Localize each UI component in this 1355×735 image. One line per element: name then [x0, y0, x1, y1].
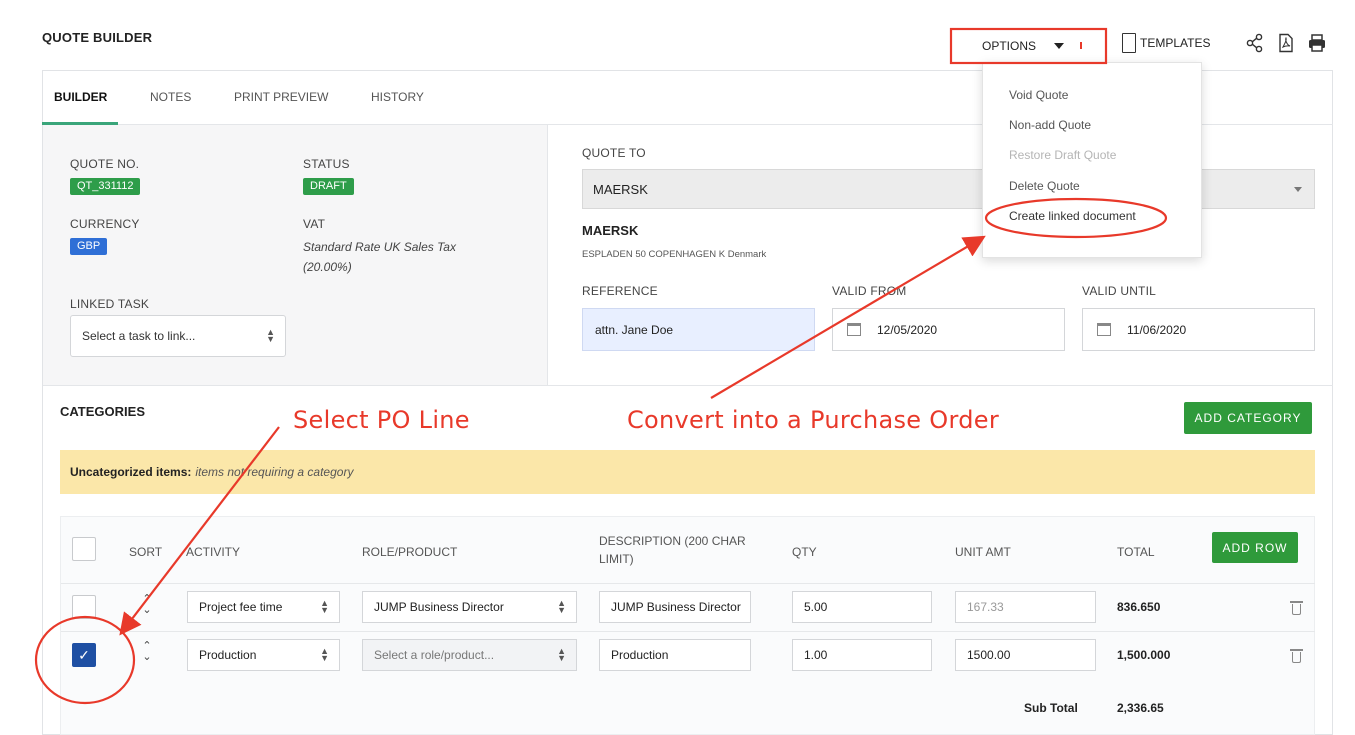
trash-icon[interactable] — [1290, 601, 1303, 615]
tab-history[interactable]: HISTORY — [371, 90, 424, 104]
quote-to-label: QUOTE TO — [582, 146, 646, 160]
description-input[interactable]: JUMP Business Director — [599, 591, 751, 623]
row-checkbox-checked[interactable]: ✓ — [72, 643, 96, 667]
status-label: STATUS — [303, 157, 350, 171]
activity-select[interactable]: Project fee time ▲ ▼ — [187, 591, 340, 623]
company-name: MAERSK — [582, 223, 639, 238]
share-icon[interactable] — [1245, 33, 1265, 53]
sort-handle[interactable]: ⌃ ⌄ — [141, 594, 153, 616]
chevron-down-icon: ⌄ — [142, 604, 152, 616]
chevron-down-icon: ⌄ — [142, 651, 152, 663]
caret-down-icon — [1054, 42, 1065, 49]
quote-no-badge: QT_331112 — [70, 178, 141, 195]
sort-handle[interactable]: ⌃ ⌄ — [141, 641, 153, 663]
col-description: DESCRIPTION (200 CHAR LIMIT) — [599, 534, 746, 566]
menu-item-delete-quote[interactable]: Delete Quote — [1009, 179, 1080, 193]
calendar-icon — [847, 323, 861, 336]
row-total: 836.650 — [1117, 600, 1161, 614]
options-button[interactable]: OPTIONS — [950, 28, 1107, 63]
select-all-checkbox[interactable] — [72, 537, 96, 561]
tab-builder[interactable]: BUILDER — [54, 90, 107, 104]
activity-value: Production — [199, 648, 257, 662]
currency-label: CURRENCY — [70, 217, 140, 231]
row-divider — [61, 631, 1315, 632]
document-icon — [1122, 33, 1136, 53]
categories-title: CATEGORIES — [60, 404, 145, 419]
print-icon[interactable] — [1307, 33, 1327, 53]
add-category-button[interactable]: ADD CATEGORY — [1184, 402, 1312, 434]
status-badge: DRAFT — [303, 178, 354, 195]
uncategorized-title: Uncategorized items: — [70, 465, 192, 479]
col-activity: ACTIVITY — [186, 545, 241, 559]
col-role: ROLE/PRODUCT — [362, 545, 458, 559]
description-input[interactable]: Production — [599, 639, 751, 671]
select-arrows-icon: ▲ ▼ — [266, 327, 275, 344]
unit-amt-input[interactable]: 1500.00 — [955, 639, 1096, 671]
check-icon: ✓ — [78, 646, 90, 663]
options-label: OPTIONS — [982, 38, 1037, 53]
templates-label: TEMPLATES — [1140, 36, 1211, 50]
annotation-select-po: Select PO Line — [293, 406, 470, 434]
role-value: JUMP Business Director — [374, 600, 504, 614]
activity-select[interactable]: Production ▲ ▼ — [187, 639, 340, 671]
menu-item-restore-draft: Restore Draft Quote — [1009, 148, 1117, 162]
menu-item-non-add-quote[interactable]: Non-add Quote — [1009, 118, 1091, 132]
role-placeholder: Select a role/product... — [374, 648, 495, 662]
subtotal-label: Sub Total — [1024, 701, 1078, 715]
menu-item-void-quote[interactable]: Void Quote — [1009, 88, 1068, 102]
pdf-icon[interactable] — [1276, 33, 1296, 53]
menu-item-create-linked-document[interactable]: Create linked document — [1009, 209, 1136, 223]
qty-input[interactable]: 5.00 — [792, 591, 932, 623]
linked-task-placeholder: Select a task to link... — [82, 329, 196, 343]
select-arrows-icon: ▲ ▼ — [320, 598, 329, 615]
col-sort: SORT — [129, 545, 163, 559]
col-total: TOTAL — [1117, 545, 1155, 559]
add-row-button[interactable]: ADD ROW — [1212, 532, 1298, 563]
valid-until-input[interactable]: 11/06/2020 — [1082, 308, 1315, 351]
row-divider — [61, 583, 1315, 584]
reference-input[interactable]: attn. Jane Doe — [582, 308, 815, 351]
role-select[interactable]: Select a role/product... ▲ ▼ — [362, 639, 577, 671]
select-arrows-icon: ▲ ▼ — [557, 598, 566, 615]
tab-print-preview[interactable]: PRINT PREVIEW — [234, 90, 328, 104]
currency-badge: GBP — [70, 238, 108, 255]
linked-task-label: LINKED TASK — [70, 297, 150, 311]
vat-label: VAT — [303, 217, 326, 231]
calendar-icon — [1097, 323, 1111, 336]
company-address: ESPLADEN 50 COPENHAGEN K Denmark — [582, 249, 767, 260]
col-unit-amt: UNIT AMT — [955, 545, 1011, 559]
unit-amt-input[interactable]: 167.33 — [955, 591, 1096, 623]
valid-until-value: 11/06/2020 — [1127, 322, 1187, 337]
templates-button[interactable]: TEMPLATES — [1122, 33, 1210, 53]
page-title: QUOTE BUILDER — [42, 30, 153, 45]
quote-to-value: MAERSK — [593, 181, 648, 197]
col-qty: QTY — [792, 545, 817, 559]
select-arrows-icon: ▲ ▼ — [557, 646, 566, 663]
quote-to-select[interactable]: MAERSK — [582, 169, 1315, 209]
reference-label: REFERENCE — [582, 284, 658, 298]
valid-from-value: 12/05/2020 — [877, 322, 938, 337]
section-divider — [43, 385, 1333, 386]
activity-value: Project fee time — [199, 600, 283, 614]
valid-until-label: VALID UNTIL — [1082, 284, 1156, 298]
vat-value: Standard Rate UK Sales Tax (20.00%) — [303, 240, 456, 274]
qty-input[interactable]: 1.00 — [792, 639, 932, 671]
linked-task-select[interactable]: Select a task to link... ▲ ▼ — [70, 315, 286, 357]
row-checkbox[interactable] — [72, 595, 96, 619]
uncategorized-desc: items not requiring a category — [195, 465, 354, 479]
quote-no-label: QUOTE NO. — [70, 157, 140, 171]
select-arrows-icon: ▲ ▼ — [320, 646, 329, 663]
row-total: 1,500.000 — [1117, 648, 1171, 662]
role-select[interactable]: JUMP Business Director ▲ ▼ — [362, 591, 577, 623]
tab-notes[interactable]: NOTES — [150, 90, 191, 104]
valid-from-input[interactable]: 12/05/2020 — [832, 308, 1065, 351]
cursor-mark — [1080, 42, 1083, 49]
valid-from-label: VALID FROM — [832, 284, 907, 298]
uncategorized-banner: Uncategorized items: items not requiring… — [60, 450, 1315, 494]
subtotal-value: 2,336.65 — [1117, 701, 1164, 715]
chevron-down-icon — [1294, 187, 1302, 192]
annotation-convert: Convert into a Purchase Order — [627, 406, 999, 434]
trash-icon[interactable] — [1290, 649, 1303, 663]
